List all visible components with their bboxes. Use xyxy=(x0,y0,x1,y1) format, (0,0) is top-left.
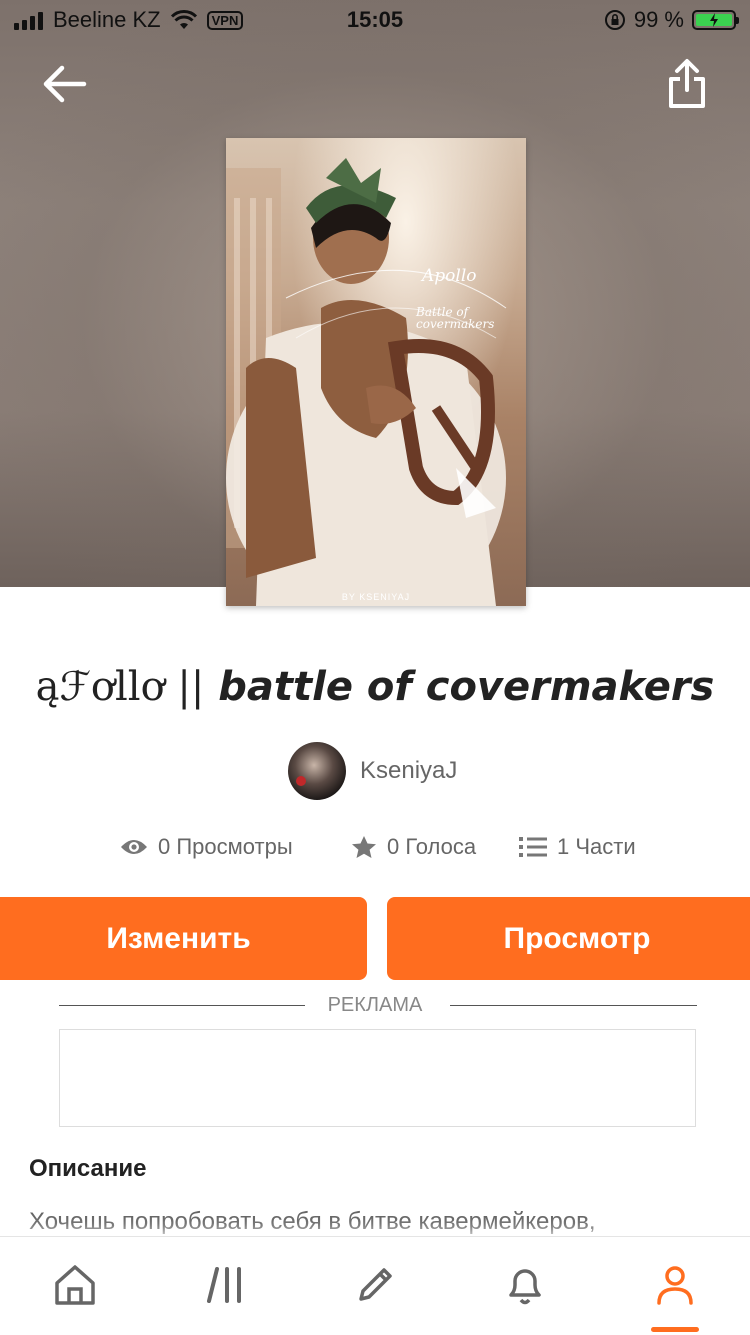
ad-divider-right xyxy=(450,1005,697,1006)
star-icon xyxy=(352,836,376,858)
votes-count: 0 Голоса xyxy=(387,834,477,859)
home-icon xyxy=(55,1265,95,1305)
story-title-stylized: ąℱơllơ || xyxy=(35,664,205,710)
active-tab-indicator xyxy=(651,1327,699,1332)
story-stats: 0 Просмотры 0 Голоса 1 Части xyxy=(0,834,750,864)
story-title: ąℱơllơ || battle of covermakers xyxy=(0,664,750,710)
battery-icon xyxy=(692,10,739,30)
ad-label: РЕКЛАМА xyxy=(0,994,750,1018)
orientation-lock-icon xyxy=(604,10,625,30)
votes-stat: 0 Голоса xyxy=(351,834,476,860)
cover-script-title: Apollo xyxy=(422,266,477,286)
profile-icon xyxy=(657,1266,693,1305)
battery-percent: 99 % xyxy=(633,7,684,32)
edit-button[interactable]: Изменить xyxy=(0,897,367,980)
bottom-tab-bar xyxy=(0,1236,750,1335)
tab-profile[interactable] xyxy=(645,1255,705,1315)
parts-stat: 1 Части xyxy=(519,834,636,860)
ad-slot[interactable] xyxy=(59,1029,696,1127)
tab-home[interactable] xyxy=(45,1255,105,1315)
notifications-icon xyxy=(509,1269,541,1305)
status-bar: Beeline KZ VPN 15:05 99 % xyxy=(0,0,750,40)
list-icon xyxy=(519,837,547,857)
tab-library[interactable] xyxy=(197,1255,257,1315)
write-icon xyxy=(359,1268,392,1301)
cover-artwork xyxy=(226,158,507,606)
parts-count: 1 Части xyxy=(557,834,636,859)
story-title-text: battle of covermakers xyxy=(204,664,715,710)
back-arrow-icon[interactable] xyxy=(40,62,88,106)
views-count: 0 Просмотры xyxy=(158,834,293,859)
eye-icon xyxy=(121,840,147,854)
share-icon[interactable] xyxy=(666,58,708,110)
cover-script-subtitle: Battle of covermakers xyxy=(416,305,495,331)
author-avatar xyxy=(288,742,346,800)
cover-credit: BY KSENIYAJ xyxy=(341,592,411,602)
tab-write[interactable] xyxy=(345,1255,405,1315)
author-name: KseniyaJ xyxy=(360,757,458,784)
author-link[interactable]: KseniyaJ xyxy=(288,742,457,800)
tab-notifications[interactable] xyxy=(495,1255,555,1315)
story-cover[interactable]: Apollo Battle of covermakers BY KSENIYAJ xyxy=(226,138,526,606)
views-stat: 0 Просмотры xyxy=(120,834,293,860)
description-heading: Описание xyxy=(29,1155,147,1182)
view-button[interactable]: Просмотр xyxy=(387,897,750,980)
library-icon xyxy=(207,1267,241,1303)
description-text: Хочешь попробовать себя в битве кавермей… xyxy=(29,1208,596,1235)
